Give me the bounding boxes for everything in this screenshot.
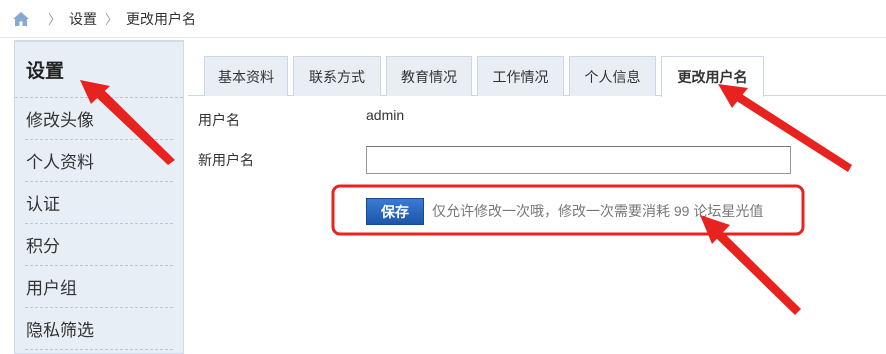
annotation-arrow-hint	[714, 229, 801, 315]
breadcrumb: 〉 设置 〉 更改用户名	[0, 0, 886, 38]
breadcrumb-separator: 〉	[105, 12, 119, 27]
breadcrumb-separator: 〉	[48, 12, 62, 27]
sidebar-item-avatar[interactable]: 修改头像	[25, 98, 173, 140]
sidebar-item-points[interactable]: 积分	[25, 224, 173, 266]
home-icon[interactable]	[12, 11, 30, 27]
sidebar-item-profile[interactable]: 个人资料	[25, 140, 173, 182]
tab-work[interactable]: 工作情况	[477, 56, 564, 96]
new-username-input[interactable]	[366, 146, 791, 174]
sidebar-item-privacy[interactable]: 隐私筛选	[25, 308, 173, 350]
new-username-label: 新用户名	[198, 152, 254, 168]
hint-text: 仅允许修改一次哦，修改一次需要消耗 99 论坛星光值	[432, 203, 764, 219]
tab-change-username[interactable]: 更改用户名	[661, 56, 764, 97]
sidebar: 设置 修改头像 个人资料 认证 积分 用户组 隐私筛选	[14, 40, 184, 354]
sidebar-title: 设置	[15, 42, 183, 98]
tab-personal-info[interactable]: 个人信息	[569, 56, 656, 96]
tab-bar: 基本资料 联系方式 教育情况 工作情况 个人信息 更改用户名	[188, 56, 886, 97]
sidebar-item-verification[interactable]: 认证	[25, 182, 173, 224]
tab-contact[interactable]: 联系方式	[293, 56, 381, 96]
username-label: 用户名	[198, 112, 240, 128]
save-button[interactable]: 保存	[366, 198, 424, 225]
tab-education[interactable]: 教育情况	[386, 56, 472, 96]
username-value: admin	[366, 107, 405, 123]
sidebar-item-usergroup[interactable]: 用户组	[25, 266, 173, 308]
breadcrumb-item-settings[interactable]: 设置	[69, 9, 97, 29]
tab-basic-info[interactable]: 基本资料	[204, 56, 288, 96]
breadcrumb-item-change-username: 更改用户名	[126, 10, 197, 27]
